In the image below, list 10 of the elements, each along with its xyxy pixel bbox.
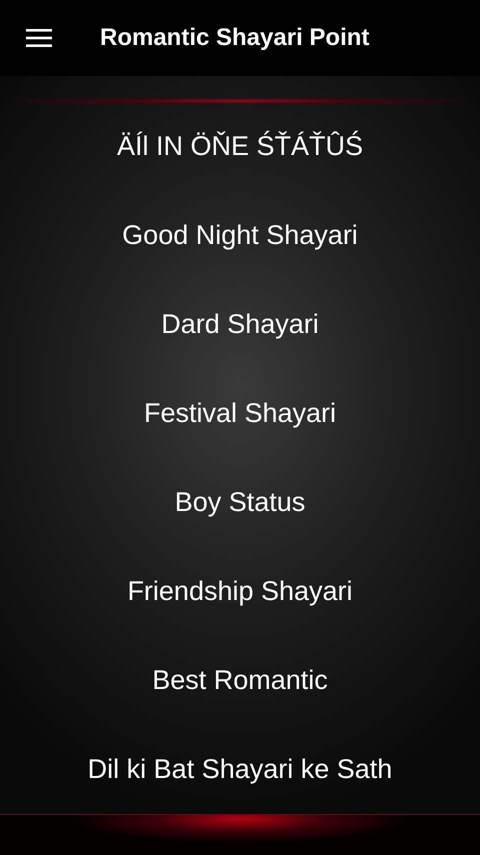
menu-item[interactable]: ÄÍl IN ÖŇE ŚŤÁŤÛŚ	[106, 102, 374, 191]
menu-item[interactable]: Good Night Shayari	[112, 191, 368, 280]
menu-item[interactable]: Best Romantic	[142, 636, 338, 725]
menu-item[interactable]: Dard Shayari	[151, 280, 329, 369]
menu-item[interactable]: Friendship Shayari	[117, 547, 363, 636]
menu-icon[interactable]	[26, 29, 52, 47]
menu-item[interactable]: Dil ki Bat Shayari ke Sath	[78, 725, 402, 814]
menu-item[interactable]: Boy Status	[164, 458, 316, 547]
menu-item[interactable]: Festival Shayari	[134, 369, 346, 458]
app-title: Romantic Shayari Point	[100, 24, 370, 52]
